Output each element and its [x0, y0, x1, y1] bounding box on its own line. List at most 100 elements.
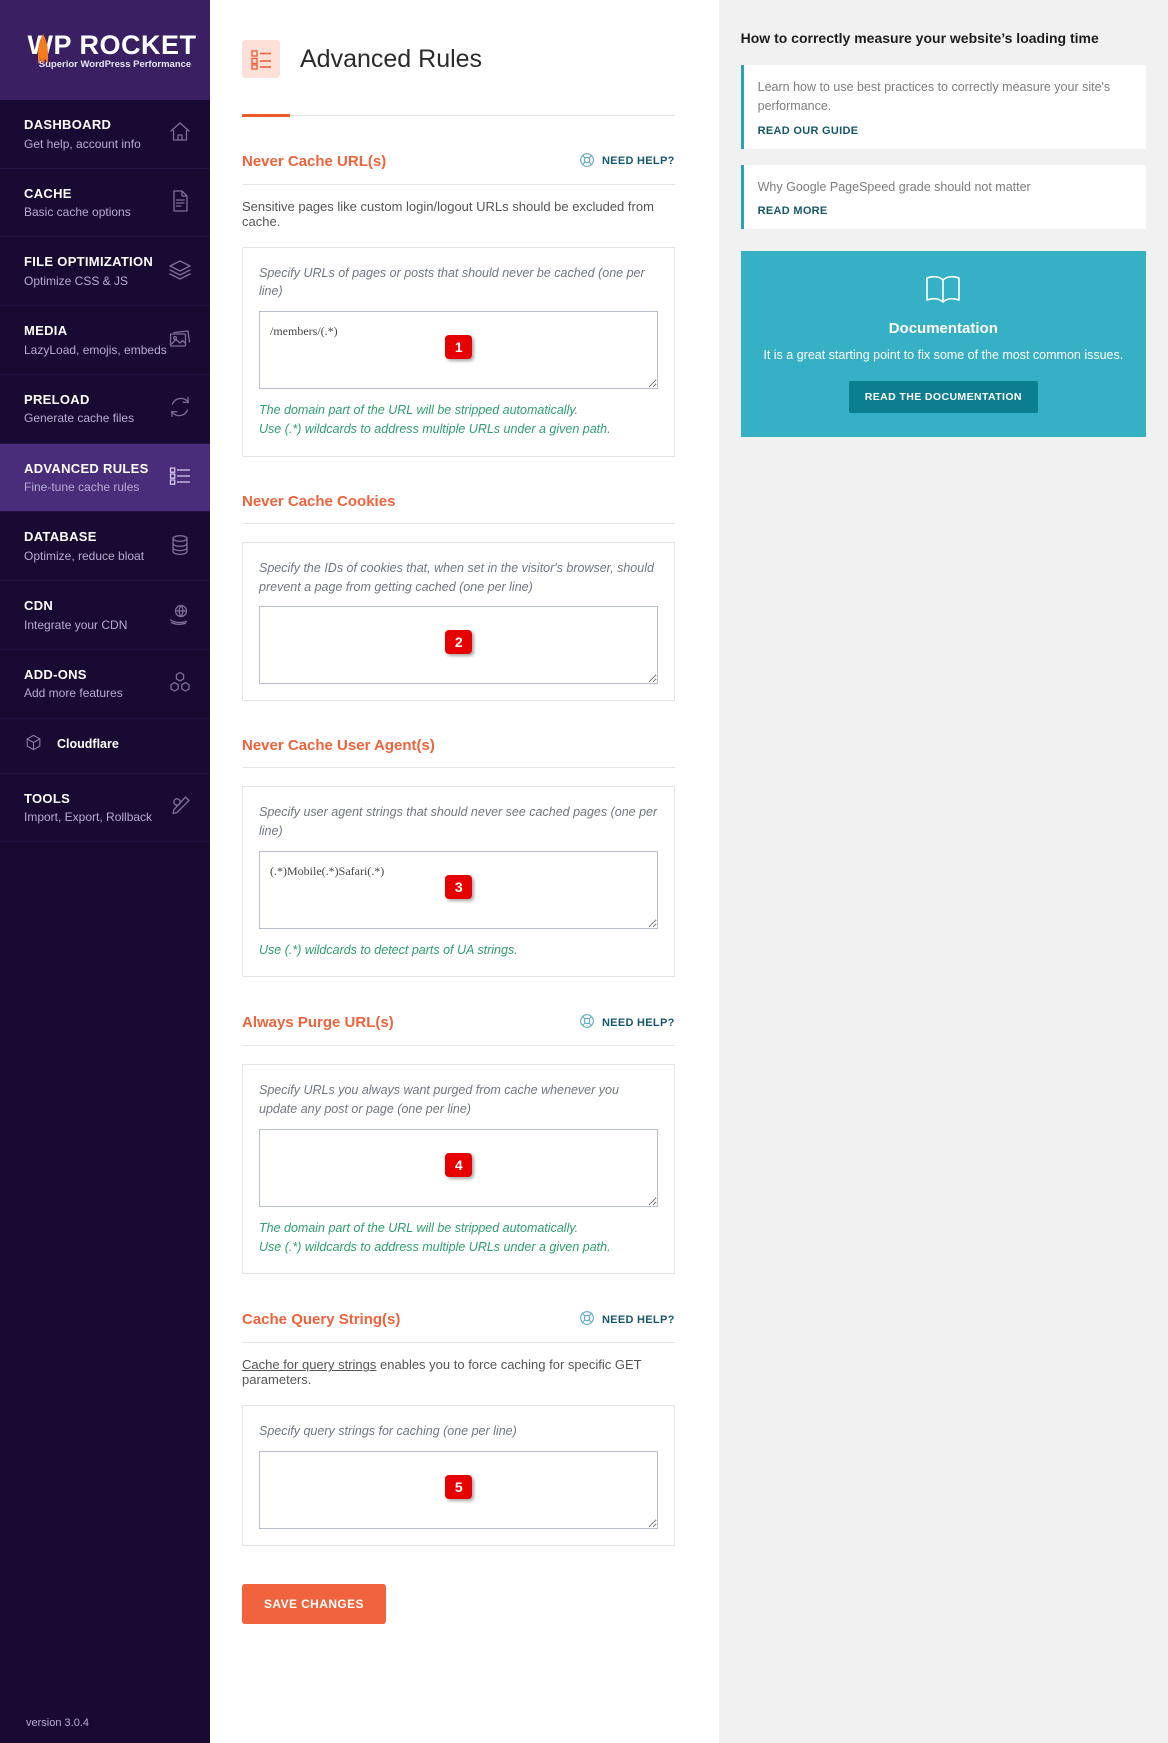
book-icon: [759, 273, 1128, 308]
refresh-icon: [168, 395, 192, 422]
need-help-link[interactable]: NEED HELP?: [579, 1310, 675, 1329]
annotation-badge-1: 1: [445, 335, 473, 359]
section-always-purge-urls: Always Purge URL(s) NEED HELP? Specify U…: [242, 977, 675, 1275]
field-hint: The domain part of the URL will be strip…: [259, 1219, 658, 1258]
section-title: Cache Query String(s): [242, 1311, 401, 1329]
checklist-icon: [242, 40, 280, 79]
sidebar-item-subtitle: LazyLoad, emojis, embeds: [24, 342, 167, 357]
layers-icon: [168, 258, 192, 285]
checklist-icon: [168, 464, 192, 491]
sidebar-item-advanced-rules[interactable]: ADVANCED RULES Fine-tune cache rules: [0, 443, 219, 513]
sidebar-item-subtitle: Optimize, reduce bloat: [24, 548, 145, 563]
field-hint-line: Use (.*) wildcards to address multiple U…: [259, 1240, 611, 1254]
field-label: Specify URLs you always want purged from…: [259, 1083, 619, 1116]
sidebar-item-database[interactable]: DATABASE Optimize, reduce bloat: [0, 512, 210, 582]
need-help-label: NEED HELP?: [601, 1016, 675, 1029]
field-hint-line: The domain part of the URL will be strip…: [259, 403, 579, 417]
sidebar-item-subtitle: Integrate your CDN: [24, 617, 128, 632]
field-hint-line: The domain part of the URL will be strip…: [259, 1220, 579, 1235]
tools-icon: [168, 794, 192, 821]
need-help-label: NEED HELP?: [601, 155, 675, 167]
sidebar-subitem-cloudflare[interactable]: Cloudflare: [0, 719, 210, 774]
section-divider: [242, 767, 675, 769]
document-icon: [168, 189, 192, 216]
section-divider: [242, 522, 675, 524]
annotation-badge-5: 5: [445, 1475, 473, 1500]
sidebar-item-title: CACHE: [24, 185, 72, 201]
header-divider: [242, 113, 675, 117]
info-card-text: Learn how to use best practices to corre…: [757, 80, 1111, 113]
section-title: Always Purge URL(s): [242, 1014, 394, 1032]
section-divider: [242, 1045, 675, 1047]
sidebar-item-title: TOOLS: [24, 790, 71, 806]
section-never-cache-cookies: Never Cache Cookies Specify the IDs of c…: [242, 457, 675, 702]
need-help-link[interactable]: NEED HELP?: [579, 152, 675, 171]
sidebar: WP ROCKET Superior WordPress Performance…: [0, 0, 219, 1743]
info-card: Learn how to use best practices to corre…: [740, 65, 1146, 149]
info-card-text: Why Google PageSpeed grade should not ma…: [757, 179, 1031, 194]
sidebar-item-title: MEDIA: [24, 323, 68, 339]
read-documentation-button[interactable]: READ THE DOCUMENTATION: [848, 381, 1038, 413]
rocket-icon: [38, 34, 48, 64]
section-header: Never Cache User Agent(s): [242, 737, 675, 754]
section-cache-query-strings: Cache Query String(s) NEED HELP? Cache f…: [242, 1274, 675, 1547]
save-changes-button[interactable]: SAVE CHANGES: [242, 1584, 386, 1625]
sidebar-subitem-label: Cloudflare: [57, 736, 119, 751]
section-description: Cache for query strings enables you to f…: [242, 1343, 675, 1387]
sidebar-item-title: DASHBOARD: [24, 117, 112, 132]
sidebar-item-subtitle: Get help, account info: [24, 136, 141, 151]
sidebar-item-dashboard[interactable]: DASHBOARD Get help, account info: [0, 100, 210, 169]
sidebar-item-title: PRELOAD: [24, 391, 90, 407]
main-content: Advanced Rules Never Cache URL(s) NEED H…: [210, 0, 719, 1743]
need-help-link[interactable]: NEED HELP?: [579, 1013, 675, 1032]
field-label: Specify query strings for caching (one p…: [259, 1424, 517, 1439]
sidebar-item-subtitle: Add more features: [24, 686, 123, 701]
documentation-text: It is a great starting point to fix some…: [763, 348, 1124, 363]
sidebar-item-preload[interactable]: PRELOAD Generate cache files: [0, 375, 210, 444]
page-header: Advanced Rules: [228, 28, 689, 91]
sidebar-item-title: ADVANCED RULES: [24, 460, 149, 476]
info-card-link[interactable]: READ MORE: [758, 205, 1132, 217]
section-never-cache-urls: Never Cache URL(s) NEED HELP? Sensitive …: [242, 116, 675, 457]
sidebar-item-title: ADD-ONS: [24, 666, 87, 682]
field-container: Specify query strings for caching (one p…: [242, 1405, 675, 1547]
section-header: Always Purge URL(s) NEED HELP?: [242, 1013, 675, 1032]
section-header: Never Cache Cookies: [242, 493, 675, 510]
sidebar-item-file-optimization[interactable]: FILE OPTIMIZATION Optimize CSS & JS: [0, 237, 210, 307]
sidebar-item-media[interactable]: MEDIA LazyLoad, emojis, embeds: [0, 306, 210, 375]
field-hint-line: Use (.*) wildcards to detect parts of UA…: [259, 942, 518, 957]
right-panel-title: How to correctly measure your website’s …: [740, 30, 1099, 46]
annotation-badge-4: 4: [445, 1152, 473, 1177]
database-icon: [168, 533, 192, 560]
section-never-cache-user-agents: Never Cache User Agent(s) Specify user a…: [242, 701, 675, 978]
section-title: Never Cache Cookies: [242, 492, 396, 510]
field-container: Specify URLs of pages or posts that shou…: [242, 246, 675, 457]
documentation-card[interactable]: Documentation It is a great starting poi…: [740, 251, 1146, 437]
sidebar-item-tools[interactable]: TOOLS Import, Export, Rollback: [0, 774, 210, 843]
sidebar-item-add-ons[interactable]: ADD-ONS Add more features: [0, 650, 210, 719]
lifebuoy-icon: [579, 1013, 595, 1032]
sidebar-item-subtitle: Optimize CSS & JS: [24, 274, 129, 289]
section-description: Sensitive pages like custom login/logout…: [242, 198, 654, 229]
field-label: Specify URLs of pages or posts that shou…: [259, 265, 645, 299]
sidebar-item-subtitle: Generate cache files: [24, 411, 135, 426]
cdn-globe-icon: [168, 602, 192, 629]
sidebar-item-cache[interactable]: CACHE Basic cache options: [0, 169, 210, 238]
cube-icon: [24, 733, 43, 755]
field-hint: Use (.*) wildcards to detect parts of UA…: [259, 941, 658, 960]
annotation-badge-2: 2: [445, 630, 473, 655]
lifebuoy-icon: [579, 152, 595, 171]
plugin-version: version 3.0.4: [26, 1717, 89, 1729]
sidebar-item-title: CDN: [24, 598, 54, 614]
sidebar-item-title: FILE OPTIMIZATION: [24, 254, 154, 270]
sidebar-item-subtitle: Import, Export, Rollback: [24, 810, 153, 825]
field-container: Specify user agent strings that should n…: [242, 786, 675, 978]
blocks-icon: [168, 670, 192, 697]
photos-icon: [168, 327, 192, 354]
query-strings-doc-link[interactable]: Cache for query strings: [242, 1357, 376, 1372]
brand-tagline: Superior WordPress Performance: [38, 59, 192, 70]
sidebar-item-cdn[interactable]: CDN Integrate your CDN: [0, 581, 210, 650]
info-card-link[interactable]: READ OUR GUIDE: [758, 125, 1132, 137]
brand-name: WP ROCKET: [27, 30, 197, 60]
sidebar-item-subtitle: Basic cache options: [24, 205, 131, 220]
